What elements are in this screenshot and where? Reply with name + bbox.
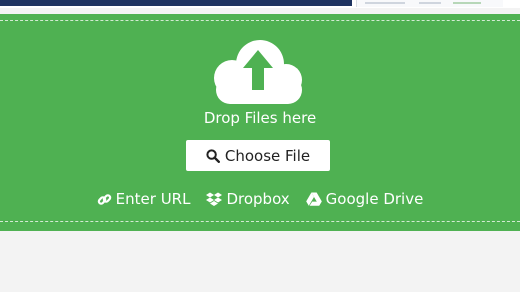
google-drive-link[interactable]: Google Drive	[305, 190, 424, 208]
dropbox-icon	[206, 192, 223, 206]
banner-image-left	[0, 0, 352, 6]
drop-zone-top-border	[0, 20, 520, 21]
upload-sources: Enter URL Dropbox Google Drive	[0, 189, 520, 209]
choose-file-label: Choose File	[224, 146, 311, 165]
drop-zone-bottom-border	[0, 221, 520, 222]
choose-file-button[interactable]: Choose File	[186, 140, 330, 171]
top-banner-strip	[0, 0, 520, 8]
search-icon	[206, 148, 220, 163]
dropbox-link[interactable]: Dropbox	[206, 190, 290, 208]
dropbox-label: Dropbox	[226, 190, 290, 208]
google-drive-label: Google Drive	[325, 190, 424, 208]
enter-url-link[interactable]: Enter URL	[97, 190, 191, 208]
cloud-upload-icon	[214, 40, 302, 104]
enter-url-label: Enter URL	[115, 190, 191, 208]
google-drive-icon	[305, 192, 322, 206]
link-icon	[97, 193, 111, 205]
banner-image-right	[356, 0, 503, 7]
file-drop-zone[interactable]: Drop Files here Choose File Enter URL Dr…	[0, 14, 520, 231]
drop-files-label: Drop Files here	[203, 109, 317, 127]
